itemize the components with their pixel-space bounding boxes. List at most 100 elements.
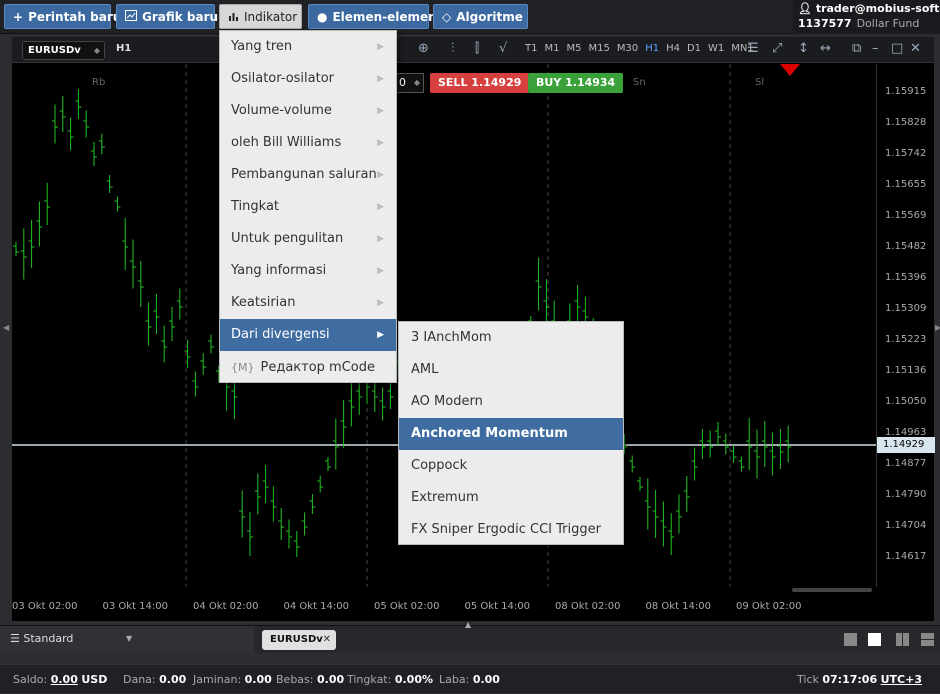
tf-h1[interactable]: H1 — [645, 43, 659, 54]
chevron-right-icon: ▶ — [377, 202, 384, 212]
new-chart-button[interactable]: Grafik baru — [116, 4, 218, 30]
spinner-icon: ◆ — [413, 78, 420, 87]
sell-button[interactable]: SELL 1.14929 — [430, 73, 530, 93]
account-panel[interactable]: 👤︎ trader@mobius-soft.org 1137577 Dollar … — [793, 0, 940, 34]
session-label-sl: Sl — [755, 77, 765, 88]
tingkat-item: Tingkat: 0.00% — [347, 673, 433, 686]
horizontal-scrollbar[interactable] — [792, 588, 872, 592]
menu-item-bill-williams[interactable]: oleh Bill Williams ▶ — [220, 127, 396, 159]
right-collapse-arrow[interactable]: ▶ — [935, 323, 940, 333]
new-order-button[interactable]: + Perintah baru — [4, 4, 121, 29]
layout-columns-icon[interactable] — [896, 633, 909, 646]
time-tick-label: 08 Okt 02:00 — [555, 601, 621, 612]
price-tick-label: 1.15655 — [885, 179, 927, 190]
menu-item-divergence[interactable]: Dari divergensi ▶ — [220, 319, 396, 351]
tf-h4[interactable]: H4 — [666, 43, 680, 54]
menu-item-informational[interactable]: Yang informasi ▶ — [220, 255, 396, 287]
menu-item-trend[interactable]: Yang tren ▶ — [220, 31, 396, 63]
time-tick-label: 09 Okt 02:00 — [736, 601, 802, 612]
submenu-item-selected[interactable]: Anchored Momentum — [399, 418, 623, 450]
bebas-item: Bebas: 0.00 — [276, 673, 345, 686]
line-type-icon[interactable]: √ — [499, 41, 507, 56]
session-label-sn: Sn — [633, 77, 646, 88]
price-tick-label: 1.14704 — [885, 520, 927, 531]
menu-item-scalping[interactable]: Untuk pengulitan ▶ — [220, 223, 396, 255]
indicator-button[interactable]: Indikator — [219, 4, 302, 29]
minimize-icon[interactable]: – — [872, 41, 879, 56]
submenu-item[interactable]: 3 IAnchMom — [399, 322, 623, 354]
menu-item-levels[interactable]: Tingkat ▶ — [220, 191, 396, 223]
resize-horiz-icon[interactable]: ↔ — [820, 41, 831, 56]
expand-up-icon[interactable]: ▲ — [465, 620, 471, 629]
menu-item-channels[interactable]: Pembangunan saluran ▶ — [220, 159, 396, 191]
layout-grid-icon[interactable] — [868, 633, 881, 646]
crosshair-icon[interactable]: ⊕ — [418, 41, 429, 56]
elements-button[interactable]: ● Elemen-elemen — [308, 4, 437, 29]
tf-m1[interactable]: M1 — [544, 43, 559, 54]
plus-icon: + — [13, 10, 24, 24]
status-bar: Saldo: 0.00 USD Dana: 0.00 Jaminan: 0.00… — [0, 664, 940, 693]
price-tick-label: 1.14877 — [885, 458, 927, 469]
chevron-right-icon: ▶ — [377, 106, 384, 116]
tf-m30[interactable]: M30 — [617, 43, 638, 54]
close-icon[interactable]: ✕ — [910, 41, 921, 56]
buy-button[interactable]: BUY 1.14934 — [528, 73, 624, 93]
time-tick-label: 05 Okt 14:00 — [464, 601, 530, 612]
chart-icon — [125, 5, 137, 30]
price-tick-label: 1.15482 — [885, 241, 927, 252]
time-tick-label: 03 Okt 14:00 — [102, 601, 168, 612]
close-tab-icon[interactable]: ✕ — [323, 630, 331, 650]
menu-item-oscillators[interactable]: Osilator-osilator ▶ — [220, 63, 396, 95]
symbol-select[interactable]: EURUSDv ◆ — [22, 41, 105, 60]
popout-icon[interactable]: ⧉ — [852, 41, 861, 56]
resize-diag-icon[interactable]: ⤢ — [772, 41, 782, 56]
time-tick-label: 03 Okt 02:00 — [12, 601, 78, 612]
time-tick-label: 08 Okt 14:00 — [645, 601, 711, 612]
chart-toolbar: EURUSDv ◆ H1 ⊕ ⫶ ⫿ √ T1 M1 M5 M15 M30 H1 H4 D1 W1… — [12, 37, 934, 63]
spinner-icon: ◆ — [93, 46, 100, 55]
bar-type-icon[interactable]: ⫶ — [451, 41, 454, 56]
submenu-item[interactable]: FX Sniper Ergodic CCI Trigger — [399, 514, 623, 546]
bottom-bar: ☰ Standard ▼ EURUSDv ✕ ▲ — [0, 620, 940, 654]
menu-item-mcode-editor[interactable]: {M} Редактор mCode — [220, 352, 396, 384]
timeframe-bar: T1 M1 M5 M15 M30 H1 H4 D1 W1 MN1 — [525, 43, 761, 54]
chevron-right-icon: ▶ — [377, 42, 384, 52]
chevron-right-icon: ▶ — [377, 170, 384, 180]
tf-m5[interactable]: M5 — [566, 43, 581, 54]
tf-w1[interactable]: W1 — [708, 43, 724, 54]
layout-rows-icon[interactable] — [921, 633, 934, 646]
menu-item-volatility[interactable]: Keatsirian ▶ — [220, 287, 396, 319]
mcode-icon: {M} — [231, 361, 255, 374]
price-tick-label: 1.15742 — [885, 148, 927, 159]
time-tick-label: 04 Okt 14:00 — [283, 601, 349, 612]
submenu-item[interactable]: AO Modern — [399, 386, 623, 418]
price-tick-label: 1.15828 — [885, 117, 927, 128]
chevron-right-icon: ▶ — [377, 298, 384, 308]
submenu-item[interactable]: Extremum — [399, 482, 623, 514]
algorithm-button[interactable]: ◇ Algoritme — [433, 4, 528, 29]
submenu-item[interactable]: Coppock — [399, 450, 623, 482]
chevron-right-icon: ▶ — [377, 234, 384, 244]
tf-t1[interactable]: T1 — [525, 43, 537, 54]
user-icon: 👤︎ — [798, 2, 812, 15]
tf-d1[interactable]: D1 — [687, 43, 701, 54]
elements-icon: ● — [317, 10, 328, 24]
tf-m15[interactable]: M15 — [588, 43, 609, 54]
template-select[interactable]: ☰ Standard ▼ — [0, 626, 254, 654]
candle-type-icon[interactable]: ⫿ — [475, 41, 479, 56]
account-user: trader@mobius-soft.org — [815, 2, 940, 15]
chevron-right-icon: ▶ — [377, 330, 384, 340]
chart-tab[interactable]: EURUSDv ✕ — [262, 630, 336, 650]
timeframe-label: H1 — [116, 43, 132, 54]
scroll-marker-icon[interactable] — [780, 64, 800, 76]
price-axis[interactable]: 1.15915 1.15828 1.15742 1.15655 1.15569 1.154… — [876, 64, 935, 587]
chevron-right-icon: ▶ — [377, 266, 384, 276]
indicators-list-icon[interactable]: ☰ — [747, 41, 759, 56]
menu-item-volumes[interactable]: Volume-volume ▶ — [220, 95, 396, 127]
submenu-item[interactable]: AML — [399, 354, 623, 386]
left-collapse-arrow[interactable]: ◀ — [3, 323, 9, 333]
layout-single-icon[interactable] — [844, 633, 857, 646]
resize-vert-icon[interactable]: ↕ — [798, 41, 809, 56]
clock[interactable]: Tick 07:17:06 UTC+3 — [797, 665, 922, 694]
maximize-icon[interactable]: □ — [891, 41, 903, 56]
